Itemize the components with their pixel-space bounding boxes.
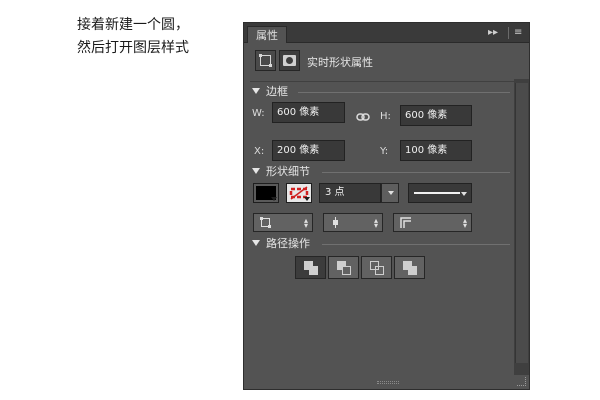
properties-panel: 属性 ▸▸ ≡ 实时形状属性 边框 W: 600 像素 H: 600 像素 X:… — [243, 22, 530, 390]
x-label: X: — [254, 146, 265, 157]
dropdown-arrow-icon — [271, 197, 277, 201]
chevron-down-icon — [461, 192, 467, 196]
tutorial-caption: 接着新建一个圆， 然后打开图层样式 — [77, 14, 237, 60]
section-path-operations[interactable]: 路径操作 — [252, 237, 310, 251]
section-toggle-icon — [252, 168, 260, 174]
path-operations-group — [295, 256, 429, 279]
header-divider — [250, 81, 517, 82]
combine-shapes-icon-part — [309, 266, 318, 275]
stroke-align-select[interactable]: ▴ ▾ — [253, 213, 313, 232]
section-toggle-icon — [252, 240, 260, 246]
panel-menu-icon[interactable]: ≡ — [514, 26, 522, 40]
up-down-arrows-icon: ▴ ▾ — [303, 216, 308, 230]
chevron-down-icon — [388, 191, 394, 195]
dropdown-arrow-icon — [304, 197, 310, 201]
resize-corner-icon[interactable] — [517, 377, 526, 386]
stroke-caps-select[interactable]: ▴ ▾ — [323, 213, 383, 232]
intersect-shape-areas-button[interactable] — [361, 256, 392, 279]
tab-properties[interactable]: 属性 — [247, 26, 287, 43]
shape-properties-button[interactable] — [255, 50, 276, 71]
combine-shapes-button[interactable] — [295, 256, 326, 279]
panel-resize-grip-icon[interactable] — [377, 381, 399, 384]
stroke-corners-select[interactable]: ▴ ▾ — [393, 213, 472, 232]
section-shape-details-label: 形状细节 — [266, 165, 310, 178]
stroke-type-dropdown[interactable] — [408, 183, 472, 203]
shape-icon — [259, 54, 272, 67]
exclude-overlapping-shapes-button[interactable] — [394, 256, 425, 279]
properties-header: 实时形状属性 — [244, 44, 529, 78]
height-field[interactable]: 600 像素 — [400, 105, 472, 126]
intersect-shape-areas-icon-part — [375, 266, 384, 275]
stroke-width-field[interactable]: 3 点 — [319, 183, 381, 203]
width-field[interactable]: 600 像素 — [272, 102, 345, 123]
section-toggle-icon — [252, 88, 260, 94]
panel-header-title: 实时形状属性 — [307, 56, 373, 69]
caption-line-2: 然后打开图层样式 — [77, 40, 189, 56]
subtract-front-shape-button[interactable] — [328, 256, 359, 279]
collapse-panel-icon[interactable]: ▸▸ — [488, 26, 498, 40]
section-divider — [298, 92, 510, 93]
y-label: Y: — [380, 146, 389, 157]
height-label: H: — [380, 111, 391, 122]
line-caps-icon — [333, 217, 338, 228]
section-divider — [322, 244, 510, 245]
mask-properties-button[interactable] — [279, 50, 300, 71]
panel-titlebar: 属性 ▸▸ ≡ — [244, 23, 529, 43]
stroke-align-icon — [260, 217, 271, 228]
mask-icon — [283, 55, 296, 66]
scrollbar-thumb[interactable] — [515, 83, 528, 363]
section-shape-details[interactable]: 形状细节 — [252, 165, 310, 179]
section-bounds-label: 边框 — [266, 85, 288, 98]
caption-line-1: 接着新建一个圆， — [77, 17, 189, 33]
up-down-arrows-icon: ▴ ▾ — [462, 216, 467, 230]
exclude-overlapping-shapes-icon-part — [408, 266, 417, 275]
stroke-color-swatch[interactable] — [286, 183, 312, 203]
solid-line-icon — [414, 192, 460, 194]
titlebar-divider — [508, 27, 509, 39]
subtract-front-shape-icon-part — [342, 266, 351, 275]
line-corners-icon — [400, 217, 411, 228]
stroke-width-dropdown[interactable] — [381, 183, 399, 203]
link-dimensions-icon[interactable] — [356, 112, 370, 122]
section-bounds[interactable]: 边框 — [252, 85, 288, 99]
width-label: W: — [252, 108, 265, 119]
y-position-field[interactable]: 100 像素 — [400, 140, 472, 161]
section-divider — [322, 172, 510, 173]
section-path-operations-label: 路径操作 — [266, 237, 310, 250]
fill-color-swatch[interactable] — [253, 183, 279, 203]
up-down-arrows-icon: ▴ ▾ — [373, 216, 378, 230]
x-position-field[interactable]: 200 像素 — [272, 140, 345, 161]
